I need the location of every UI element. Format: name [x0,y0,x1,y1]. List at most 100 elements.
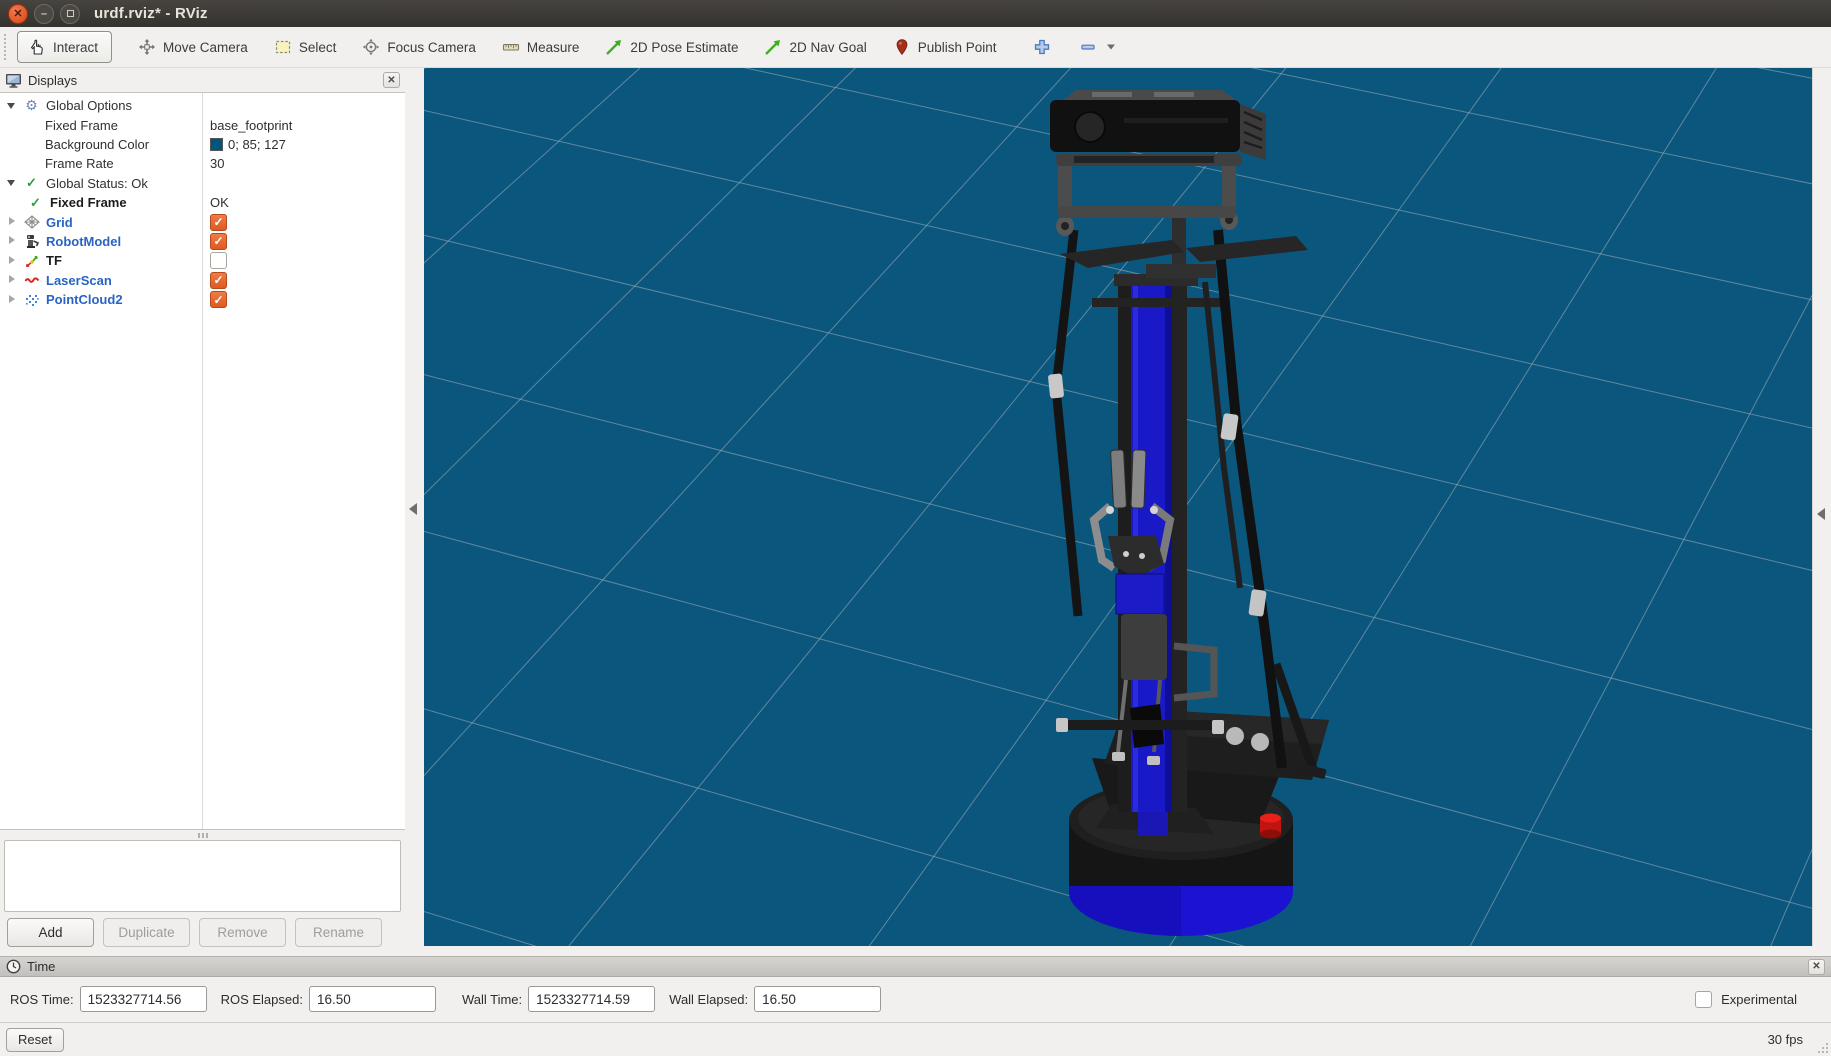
select-icon [274,38,292,56]
time-panel-title: Time [27,959,55,974]
interact-hand-icon [28,38,46,56]
status-ok-check-icon: ✓ [23,175,40,192]
time-fields-row: ROS Time: ROS Elapsed: Wall Time: Wall E… [0,977,1831,1021]
add-display-button[interactable]: Add [7,918,94,947]
expander-closed-icon[interactable] [7,236,17,246]
tree-row-fixed-frame[interactable]: Fixed Frame base_footprint [0,115,405,134]
expander-open-icon[interactable] [7,178,17,188]
grid-checkbox[interactable]: ✓ [210,214,227,231]
tool-move-camera[interactable]: Move Camera [138,38,248,56]
tool-interact[interactable]: Interact [17,31,112,63]
window-close-button[interactable]: ✕ [8,4,28,24]
measure-ruler-icon [502,38,520,56]
displays-button-row: Add Duplicate Remove Rename [0,918,405,947]
color-text: 0; 85; 127 [228,137,286,152]
experimental-label: Experimental [1721,992,1797,1007]
tool-focus-camera-label: Focus Camera [387,40,476,55]
tool-measure[interactable]: Measure [502,38,580,56]
expander-closed-icon[interactable] [7,295,17,305]
row-label: TF [46,253,62,268]
tree-row-laserscan[interactable]: LaserScan ✓ [0,271,405,290]
frame-rate-value[interactable]: 30 [202,156,224,171]
row-label: Fixed Frame [45,118,118,133]
focus-camera-icon [362,38,380,56]
tool-select[interactable]: Select [274,38,337,56]
render-scene [424,68,1812,946]
tool-2d-pose-estimate[interactable]: 2D Pose Estimate [605,38,738,56]
duplicate-display-button[interactable]: Duplicate [103,918,190,947]
panel-splitter[interactable] [0,830,405,840]
fixed-frame-value[interactable]: base_footprint [202,118,292,133]
displays-panel-header[interactable]: Displays ✕ [0,68,405,92]
reset-button[interactable]: Reset [6,1028,64,1052]
tool-interact-label: Interact [53,40,98,55]
time-panel-close-icon[interactable]: ✕ [1808,959,1825,975]
expander-closed-icon[interactable] [7,256,17,266]
pointcloud2-icon [23,291,40,308]
row-label: Fixed Frame [50,195,127,210]
tree-row-fixed-frame-status[interactable]: ✓ Fixed Frame OK [0,193,405,212]
wall-elapsed-label: Wall Elapsed: [669,992,748,1007]
ros-time-label: ROS Time: [10,992,74,1007]
tree-row-background-color[interactable]: Background Color 0; 85; 127 [0,135,405,154]
time-panel-header[interactable]: Time ✕ [0,956,1831,977]
viewport-3d[interactable] [424,68,1812,946]
wall-time-label: Wall Time: [462,992,522,1007]
robot-model-icon [23,233,40,250]
tool-2d-pose-estimate-label: 2D Pose Estimate [630,40,738,55]
move-camera-icon [138,38,156,56]
tree-row-global-status[interactable]: ✓ Global Status: Ok [0,174,405,193]
right-panel-collapse-handle[interactable] [1817,508,1825,520]
tree-row-pointcloud2[interactable]: PointCloud2 ✓ [0,290,405,309]
displays-panel: Displays ✕ ⚙ Global Options Fixed Frame … [0,68,405,946]
tree-row-grid[interactable]: Grid ✓ [0,212,405,231]
tool-2d-nav-goal[interactable]: 2D Nav Goal [764,38,866,56]
robotmodel-checkbox[interactable]: ✓ [210,233,227,250]
tree-row-tf[interactable]: TF [0,251,405,270]
wall-time-input[interactable] [528,986,655,1012]
expander-closed-icon[interactable] [7,275,17,285]
background-color-value[interactable]: 0; 85; 127 [202,137,286,152]
rename-display-button[interactable]: Rename [295,918,382,947]
ros-time-input[interactable] [80,986,207,1012]
laserscan-checkbox[interactable]: ✓ [210,272,227,289]
toolbar-drag-handle[interactable] [3,34,8,60]
robot-model [1048,90,1329,936]
tree-row-frame-rate[interactable]: Frame Rate 30 [0,154,405,173]
gear-icon: ⚙ [23,97,40,114]
tree-row-robotmodel[interactable]: RobotModel ✓ [0,232,405,251]
resize-grip[interactable] [1818,1043,1829,1054]
tf-axes-icon [23,252,40,269]
status-bar: Reset 30 fps [0,1022,1831,1056]
add-tool-button[interactable] [1033,38,1051,56]
row-label: LaserScan [46,273,112,288]
tree-row-global-options[interactable]: ⚙ Global Options [0,96,405,115]
displays-tree: ⚙ Global Options Fixed Frame base_footpr… [0,92,405,830]
tool-2d-nav-goal-label: 2D Nav Goal [789,40,866,55]
time-panel: Time ✕ ROS Time: ROS Elapsed: Wall Time:… [0,956,1831,1022]
remove-tool-button[interactable] [1079,38,1116,56]
tool-publish-point[interactable]: Publish Point [893,38,997,56]
expander-open-icon[interactable] [7,101,17,111]
wall-elapsed-input[interactable] [754,986,881,1012]
ros-elapsed-input[interactable] [309,986,436,1012]
tf-checkbox[interactable] [210,252,227,269]
window-title: urdf.rviz* - RViz [94,5,208,22]
ros-elapsed-label: ROS Elapsed: [221,992,303,1007]
window-minimize-button[interactable]: – [34,4,54,24]
displays-close-icon[interactable]: ✕ [383,72,400,88]
window-maximize-button[interactable] [60,4,80,24]
row-label: Frame Rate [45,156,114,171]
row-label: PointCloud2 [46,292,123,307]
publish-point-pin-icon [893,38,911,56]
right-panel-strip [1812,68,1831,946]
displays-monitor-icon [5,73,22,88]
experimental-checkbox[interactable] [1695,991,1712,1008]
pointcloud2-checkbox[interactable]: ✓ [210,291,227,308]
left-panel-collapse-handle[interactable] [409,503,417,515]
remove-display-button[interactable]: Remove [199,918,286,947]
title-bar: ✕ – urdf.rviz* - RViz [0,0,1831,27]
expander-closed-icon[interactable] [7,217,17,227]
tool-select-label: Select [299,40,337,55]
tool-focus-camera[interactable]: Focus Camera [362,38,476,56]
